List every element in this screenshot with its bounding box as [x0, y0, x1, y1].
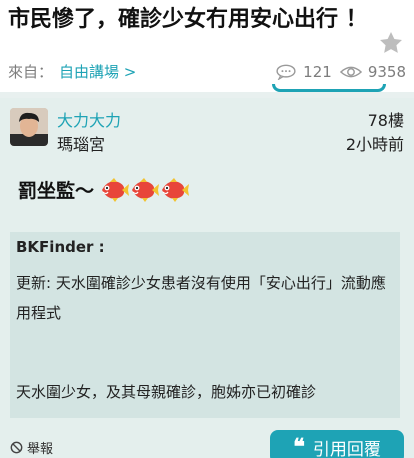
post-time: 2小時前: [345, 135, 404, 154]
eye-icon: [339, 66, 362, 78]
comment-bubble-icon: [276, 64, 296, 80]
magikarp-emoji-icon: [162, 177, 190, 202]
quote-reply-label: 引用回覆: [312, 439, 381, 458]
quoted-post: BKFinder : 更新: 天水圍確診少女患者沒有使用「安心出行」流動應用程式…: [10, 232, 400, 418]
post-content: 罰坐監～: [18, 176, 190, 203]
comment-count: 121: [303, 63, 332, 81]
thread-title: 市民慘了，確診少女冇用安心出行 ！: [8, 7, 368, 32]
quote-text-line: 天水圍少女，及其母親確診，胞姊亦已初確診: [16, 383, 317, 401]
quote-mark-icon: ❝: [293, 434, 305, 458]
quote-text-line: 更新: 天水圍確診少女患者沒有使用「安心出行」流動應用程式: [16, 274, 386, 322]
avatar[interactable]: [10, 108, 48, 146]
prohibited-icon: [10, 441, 23, 454]
quote-author: BKFinder :: [16, 238, 105, 256]
reply-post: 大力大力 瑪瑙宮 78樓 2小時前 罰坐監～ BKFinder: 更新: 天水…: [0, 98, 414, 458]
thread-header: 市民慘了，確診少女冇用安心出行 ！ 來自： 自由講場 > 121 9358: [0, 0, 414, 92]
quote-reply-button[interactable]: ❝ 引用回覆: [270, 430, 404, 458]
report-button[interactable]: 舉報: [10, 438, 53, 457]
from-label: 來自：: [8, 63, 54, 81]
report-label: 舉報: [27, 442, 54, 457]
post-username[interactable]: 大力大力: [57, 107, 121, 131]
post-floor: 78樓: [367, 111, 404, 130]
post-content-text: 罰坐監～: [18, 180, 95, 202]
favorite-star-icon[interactable]: [378, 30, 404, 56]
emoji-row: [98, 177, 190, 203]
page-tab-indicator[interactable]: [272, 84, 386, 92]
thread-stats: 121 9358: [275, 61, 406, 83]
magikarp-emoji-icon: [102, 177, 130, 202]
magikarp-emoji-icon: [132, 177, 160, 202]
forum-link[interactable]: 自由講場 >: [59, 63, 136, 81]
view-count: 9358: [367, 63, 406, 81]
avatar-photo-icon: [10, 108, 48, 146]
post-location: 瑪瑙宮: [57, 135, 106, 154]
thread-meta: 來自： 自由講場 > 121 9358: [8, 61, 406, 83]
